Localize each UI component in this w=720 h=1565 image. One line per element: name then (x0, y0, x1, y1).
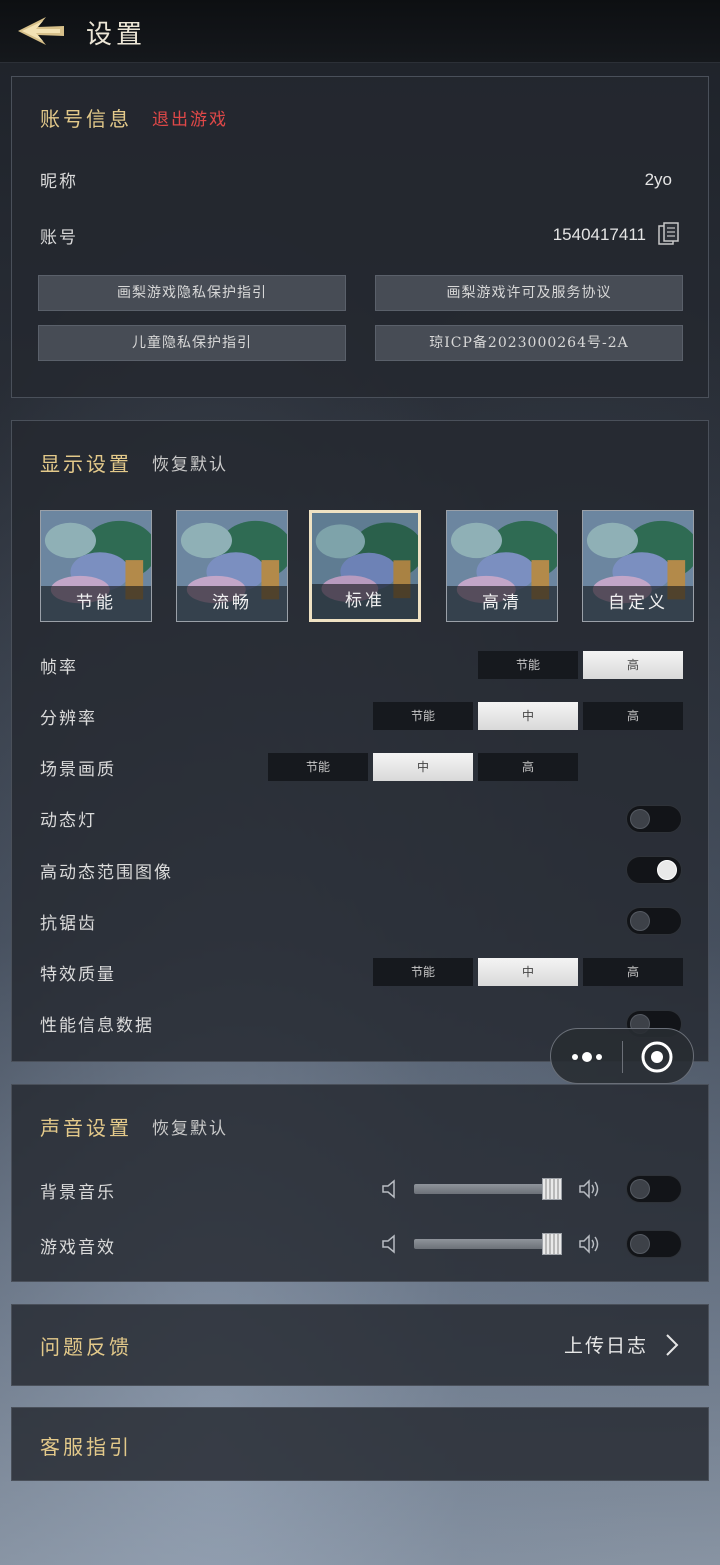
display-panel: 显示设置 恢复默认 节能 流畅 标准 高清 自定义 帧率 节能 高 分辨率 节能… (11, 420, 709, 1062)
resolution-option-powersave[interactable]: 节能 (373, 702, 473, 730)
mini-program-capsule (550, 1028, 694, 1084)
scene-quality-option-medium[interactable]: 中 (373, 753, 473, 781)
page-title: 设置 (86, 20, 147, 50)
sfx-slider-thumb[interactable] (542, 1233, 562, 1255)
effects-option-powersave[interactable]: 节能 (373, 958, 473, 986)
back-arrow-icon[interactable] (16, 14, 66, 48)
scene-quality-option-powersave[interactable]: 节能 (268, 753, 368, 781)
chevron-right-icon (666, 1334, 679, 1356)
account-label: 账号 (40, 228, 78, 248)
preset-power-save[interactable]: 节能 (40, 510, 152, 622)
sound-panel: 声音设置 恢复默认 背景音乐 游戏音效 (11, 1084, 709, 1282)
preset-standard[interactable]: 标准 (309, 510, 421, 622)
bgm-label: 背景音乐 (40, 1183, 116, 1203)
feedback-heading: 问题反馈 (40, 1335, 132, 1359)
dynamic-light-toggle[interactable] (626, 805, 682, 833)
account-value: 1540417411 (552, 225, 646, 244)
preset-label: 高清 (447, 586, 557, 621)
volume-min-icon (382, 1179, 395, 1199)
account-heading: 账号信息 (40, 107, 132, 131)
top-bar: 设置 (0, 0, 720, 63)
toggle-knob (657, 860, 677, 880)
resolution-option-high[interactable]: 高 (583, 702, 683, 730)
nickname-value: 2yo (644, 170, 672, 189)
icp-record-button[interactable]: 琼ICP备2023000264号-2A (375, 325, 683, 361)
bgm-slider-track[interactable] (414, 1184, 562, 1194)
privacy-guide-button[interactable]: 画梨游戏隐私保护指引 (38, 275, 346, 311)
scene-quality-label: 场景画质 (40, 760, 116, 780)
resolution-option-medium[interactable]: 中 (478, 702, 578, 730)
close-target-icon[interactable] (639, 1039, 675, 1075)
display-heading: 显示设置 (40, 452, 132, 476)
preset-smooth[interactable]: 流畅 (176, 510, 288, 622)
framerate-option-powersave[interactable]: 节能 (478, 651, 578, 679)
nickname-label: 昵称 (40, 172, 78, 192)
display-reset-button[interactable]: 恢复默认 (152, 450, 228, 475)
effects-option-high[interactable]: 高 (583, 958, 683, 986)
toggle-knob (630, 809, 650, 829)
toggle-knob (630, 1179, 650, 1199)
hdr-label: 高动态范围图像 (40, 863, 173, 883)
effects-option-medium[interactable]: 中 (478, 958, 578, 986)
hdr-toggle[interactable] (626, 856, 682, 884)
capsule-divider (622, 1041, 623, 1073)
perf-data-label: 性能信息数据 (40, 1016, 154, 1036)
volume-max-icon (579, 1234, 599, 1254)
sfx-toggle[interactable] (626, 1230, 682, 1258)
feedback-panel[interactable]: 问题反馈 上传日志 (11, 1304, 709, 1386)
framerate-label: 帧率 (40, 658, 78, 678)
child-privacy-button[interactable]: 儿童隐私保护指引 (38, 325, 346, 361)
preset-hd[interactable]: 高清 (446, 510, 558, 622)
sfx-label: 游戏音效 (40, 1238, 116, 1258)
upload-log-link[interactable]: 上传日志 (564, 1331, 648, 1358)
copy-icon[interactable] (658, 222, 680, 246)
more-icon[interactable] (569, 1043, 605, 1071)
license-agreement-button[interactable]: 画梨游戏许可及服务协议 (375, 275, 683, 311)
preset-label: 自定义 (583, 586, 693, 621)
sound-heading: 声音设置 (40, 1116, 132, 1140)
dynamic-light-label: 动态灯 (40, 811, 97, 831)
bgm-toggle[interactable] (626, 1175, 682, 1203)
toggle-knob (630, 1234, 650, 1254)
antialias-toggle[interactable] (626, 907, 682, 935)
logout-link[interactable]: 退出游戏 (152, 105, 228, 130)
preset-label: 标准 (312, 584, 418, 619)
preset-custom[interactable]: 自定义 (582, 510, 694, 622)
scene-quality-option-high[interactable]: 高 (478, 753, 578, 781)
effects-quality-label: 特效质量 (40, 965, 116, 985)
sound-reset-button[interactable]: 恢复默认 (152, 1114, 228, 1139)
support-panel[interactable]: 客服指引 (11, 1407, 709, 1481)
support-heading: 客服指引 (40, 1435, 132, 1459)
preset-label: 节能 (41, 586, 151, 621)
resolution-label: 分辨率 (40, 709, 97, 729)
framerate-option-high[interactable]: 高 (583, 651, 683, 679)
preset-label: 流畅 (177, 586, 287, 621)
sfx-slider-track[interactable] (414, 1239, 562, 1249)
antialias-label: 抗锯齿 (40, 914, 97, 934)
volume-max-icon (579, 1179, 599, 1199)
bgm-slider-thumb[interactable] (542, 1178, 562, 1200)
account-panel: 账号信息 退出游戏 昵称 2yo 账号 1540417411 画梨游戏隐私保护指… (11, 76, 709, 398)
volume-min-icon (382, 1234, 395, 1254)
toggle-knob (630, 911, 650, 931)
